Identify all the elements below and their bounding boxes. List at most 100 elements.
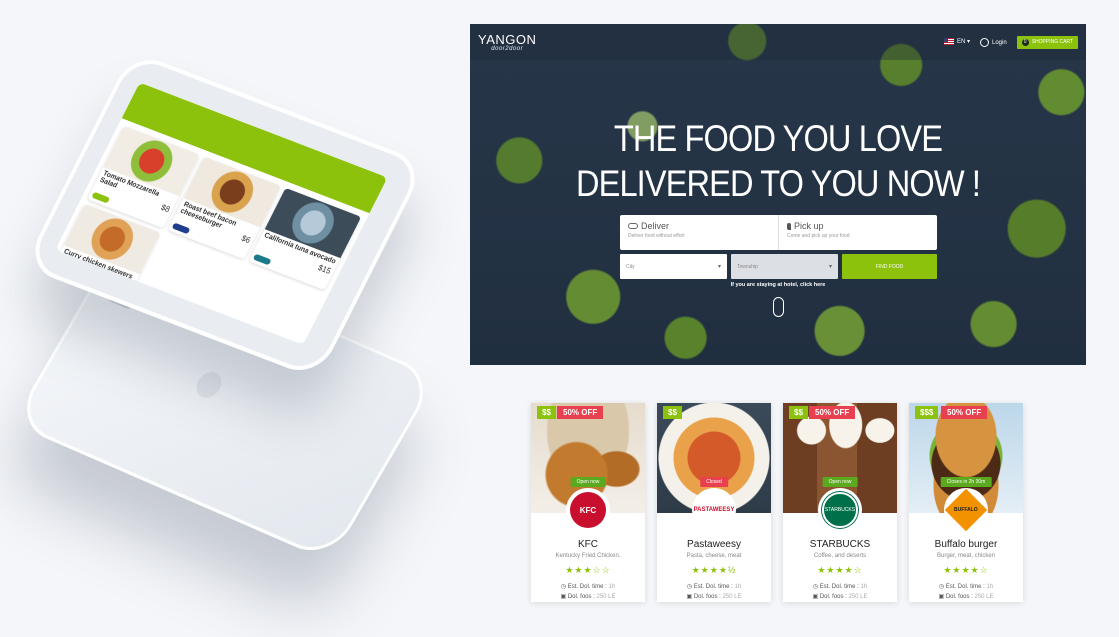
hero-headline: THE FOOD YOU LOVE DELIVERED TO YOU NOW ! bbox=[507, 116, 1049, 206]
delivery-time: 1h bbox=[734, 584, 742, 590]
pickup-option[interactable]: Pick up Come and pick up your food bbox=[778, 215, 937, 250]
price-badge: $$ bbox=[663, 406, 682, 419]
buffalo-logo-text: BUFFALO bbox=[954, 506, 978, 513]
restaurant-name: Buffalo burger bbox=[934, 539, 998, 550]
restaurant-name: KFC bbox=[578, 539, 598, 550]
find-food-button[interactable]: FIND FOOD bbox=[842, 254, 937, 279]
pickup-subtitle: Come and pick up your food bbox=[787, 233, 850, 239]
motorbike-icon bbox=[628, 223, 638, 229]
price-badge: $$$ bbox=[915, 406, 939, 419]
app-add-button[interactable] bbox=[55, 269, 71, 282]
delivery-time-label: Est. Dol. time : bbox=[819, 584, 859, 590]
us-flag-icon bbox=[943, 38, 954, 46]
hero-section: YANGON door2door EN ▾ Login 0 SHOPPING C… bbox=[470, 24, 1086, 365]
restaurant-list: $$ 50% OFF Open now KFC KFC Kentucky Fri… bbox=[531, 403, 1023, 602]
restaurant-logo: KFC bbox=[566, 488, 610, 532]
app-add-button[interactable] bbox=[171, 222, 191, 235]
rating-stars: ★★★★½ bbox=[691, 565, 737, 575]
hotel-link[interactable]: If you are staying at hotel, click here bbox=[470, 282, 1086, 288]
user-icon bbox=[980, 37, 989, 47]
delivery-fee: 250 LE bbox=[596, 594, 616, 600]
search-row: City ▾ Township ▾ FIND FOOD bbox=[620, 254, 937, 279]
city-select[interactable]: City ▾ bbox=[620, 254, 727, 279]
logo-main: YANGON bbox=[478, 31, 537, 47]
language-select[interactable]: EN ▾ bbox=[943, 38, 970, 46]
clock-icon: ◷ bbox=[686, 584, 693, 590]
money-icon: ▣ bbox=[560, 594, 567, 600]
app-add-button[interactable] bbox=[252, 253, 272, 266]
headline-line-1: THE FOOD YOU LOVE bbox=[613, 118, 943, 159]
shopping-cart-button[interactable]: 0 SHOPPING CART bbox=[1016, 35, 1078, 49]
delivery-fee: 250 LE bbox=[722, 594, 742, 600]
delivery-fee-label: Dol. foos : bbox=[567, 594, 595, 600]
delivery-time: 1h bbox=[860, 584, 868, 590]
delivery-fee-label: Dol. foos : bbox=[819, 594, 847, 600]
top-nav: YANGON door2door EN ▾ Login 0 SHOPPING C… bbox=[470, 24, 1086, 60]
township-placeholder: Township bbox=[737, 263, 758, 270]
restaurant-card[interactable]: $$$ 50% OFF Closes in 2h 30m BUFFALO Buf… bbox=[909, 403, 1023, 602]
city-placeholder: City bbox=[626, 263, 635, 270]
restaurant-logo: STARBUCKS bbox=[818, 488, 862, 532]
discount-badge: 50% OFF bbox=[557, 406, 604, 419]
buffalo-logo: BUFFALO bbox=[944, 488, 988, 532]
delivery-time-label: Est. Dol. time : bbox=[945, 584, 985, 590]
restaurant-desc: Coffee, and deserts bbox=[813, 553, 867, 559]
headline-line-2: DELIVERED TO YOU NOW ! bbox=[575, 163, 981, 204]
price-badge: $$ bbox=[789, 406, 808, 419]
language-label: EN bbox=[956, 39, 966, 46]
kfc-logo: KFC bbox=[570, 492, 606, 528]
apple-icon bbox=[191, 368, 227, 402]
delivery-time-label: Est. Dol. time : bbox=[693, 584, 733, 590]
delivery-time: 1h bbox=[986, 584, 994, 590]
money-icon: ▣ bbox=[812, 594, 819, 600]
restaurant-name: Pastaweesy bbox=[687, 539, 741, 550]
restaurant-meta: ◷ Est. Dol. time : 1h ▣ Dol. foos : 250 … bbox=[909, 582, 1023, 602]
delivery-fee: 250 LE bbox=[848, 594, 868, 600]
restaurant-meta: ◷ Est. Dol. time : 1h ▣ Dol. foos : 250 … bbox=[657, 582, 771, 602]
chevron-down-icon: ▾ bbox=[828, 264, 832, 270]
phone-mockup: Tomato Mozzarella Salad $8 Roast beef ba… bbox=[0, 0, 460, 637]
delivery-fee-label: Dol. foos : bbox=[693, 594, 721, 600]
deliver-subtitle: Deliver food without effort bbox=[628, 233, 685, 239]
scroll-down-icon[interactable] bbox=[773, 297, 784, 317]
site-logo[interactable]: YANGON door2door bbox=[478, 33, 536, 52]
rating-stars: ★★★★☆ bbox=[817, 565, 863, 575]
money-icon: ▣ bbox=[686, 594, 693, 600]
delivery-fee-label: Dol. foos : bbox=[945, 594, 973, 600]
status-badge: Closes in 2h 30m bbox=[940, 477, 992, 487]
restaurant-meta: ◷ Est. Dol. time : 1h ▣ Dol. foos : 250 … bbox=[783, 582, 897, 602]
nav-right: EN ▾ Login 0 SHOPPING CART bbox=[943, 35, 1078, 49]
delivery-mode-selector: Deliver Deliver food without effort Pick… bbox=[620, 215, 937, 250]
pickup-title: Pick up bbox=[794, 221, 824, 231]
rating-stars: ★★★★☆ bbox=[943, 565, 989, 575]
clock-icon: ◷ bbox=[938, 584, 945, 590]
delivery-fee: 250 LE bbox=[974, 594, 994, 600]
delivery-time: 1h bbox=[608, 584, 616, 590]
restaurant-card[interactable]: $$ 50% OFF Open now STARBUCKS STARBUCKS … bbox=[783, 403, 897, 602]
restaurant-meta: ◷ Est. Dol. time : 1h ▣ Dol. foos : 250 … bbox=[531, 582, 645, 602]
discount-badge: 50% OFF bbox=[941, 406, 988, 419]
app-food-price: $12 bbox=[115, 279, 133, 293]
restaurant-card[interactable]: $$ 50% OFF Open now KFC KFC Kentucky Fri… bbox=[531, 403, 645, 602]
restaurant-desc: Burger, meat, chicken bbox=[936, 553, 996, 559]
township-select[interactable]: Township ▾ bbox=[731, 254, 838, 279]
restaurant-logo: PASTAWEESY bbox=[692, 488, 736, 532]
restaurant-card[interactable]: $$ Closed PASTAWEESY Pastaweesy Pasta, c… bbox=[657, 403, 771, 602]
rating-stars: ★★★☆☆ bbox=[565, 565, 611, 575]
cart-count: 0 bbox=[1021, 38, 1029, 46]
app-add-button[interactable] bbox=[91, 191, 111, 204]
clock-icon: ◷ bbox=[560, 584, 567, 590]
login-link[interactable]: Login bbox=[980, 37, 1007, 47]
restaurant-logo: BUFFALO bbox=[944, 488, 988, 532]
delivery-time-label: Est. Dol. time : bbox=[567, 584, 607, 590]
starbucks-logo: STARBUCKS bbox=[822, 492, 858, 528]
restaurant-desc: Pasta, cheese, meat bbox=[686, 553, 742, 559]
status-badge: Open now bbox=[822, 477, 858, 487]
pastaweesy-logo: PASTAWEESY bbox=[693, 507, 735, 513]
discount-badge: 50% OFF bbox=[809, 406, 856, 419]
restaurant-desc: Kentucky Fried Chicken. bbox=[555, 553, 621, 559]
restaurant-name: STARBUCKS bbox=[809, 539, 871, 550]
price-badge: $$ bbox=[537, 406, 556, 419]
deliver-option[interactable]: Deliver Deliver food without effort bbox=[620, 215, 778, 250]
login-label: Login bbox=[992, 39, 1007, 46]
